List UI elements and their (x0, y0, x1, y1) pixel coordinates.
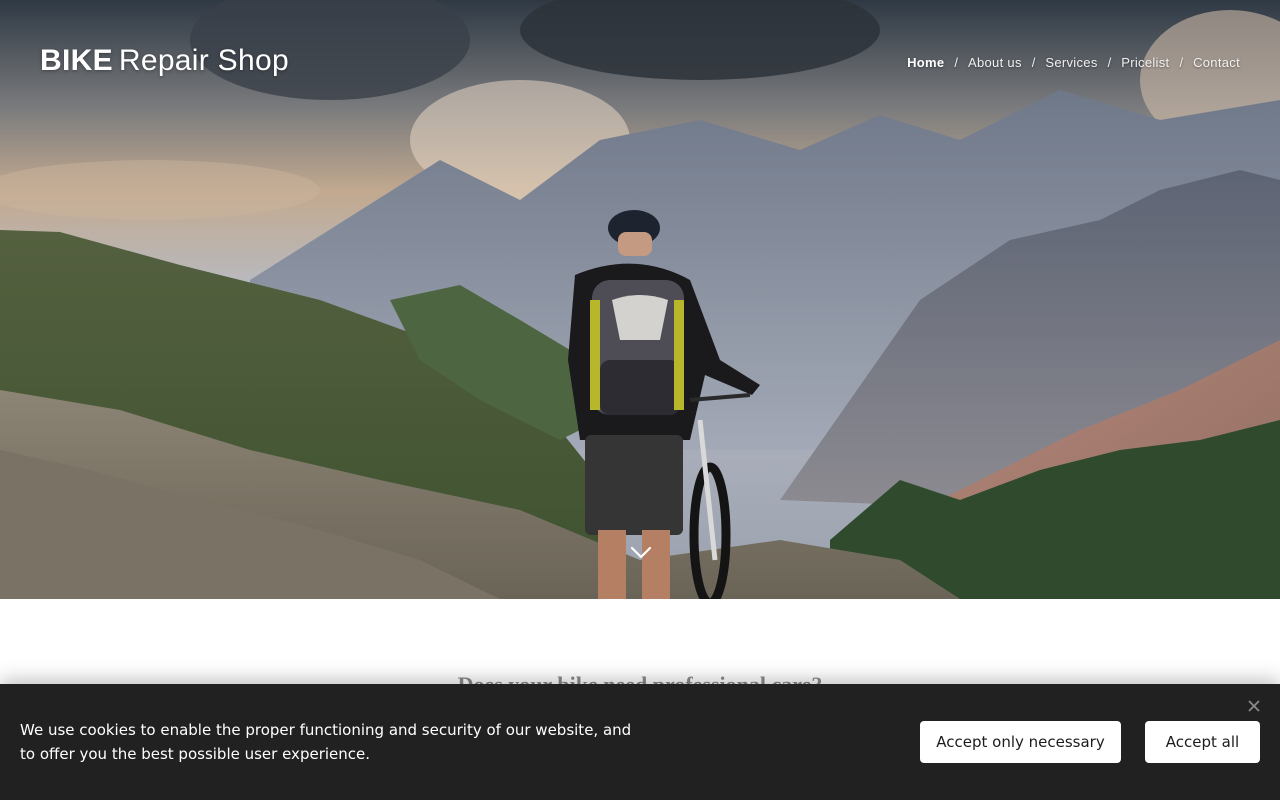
accept-necessary-button[interactable]: Accept only necessary (920, 721, 1121, 763)
logo-strong-text: BIKE (40, 44, 113, 77)
nav-item-about-us[interactable]: About us (968, 55, 1022, 70)
main-navigation: Home / About us / Services / Pricelist /… (907, 55, 1240, 70)
nav-item-services[interactable]: Services (1045, 55, 1097, 70)
chevron-down-icon[interactable] (629, 543, 653, 561)
nav-separator: / (1179, 55, 1184, 70)
accept-all-button[interactable]: Accept all (1145, 721, 1260, 763)
cookie-message: We use cookies to enable the proper func… (20, 721, 632, 763)
cookie-consent-bar: We use cookies to enable the proper func… (0, 684, 1280, 800)
nav-item-home[interactable]: Home (907, 55, 944, 70)
nav-separator: / (1107, 55, 1112, 70)
mountain-biker-photo (0, 0, 1280, 599)
site-logo[interactable]: BIKE Repair Shop (40, 44, 289, 78)
nav-separator: / (1031, 55, 1036, 70)
logo-light-text: Repair Shop (118, 44, 289, 77)
close-icon[interactable] (1246, 698, 1262, 714)
nav-item-contact[interactable]: Contact (1193, 55, 1240, 70)
nav-item-pricelist[interactable]: Pricelist (1121, 55, 1169, 70)
nav-separator: / (954, 55, 959, 70)
hero-image: BIKE Repair Shop Home / About us / Servic… (0, 0, 1280, 599)
